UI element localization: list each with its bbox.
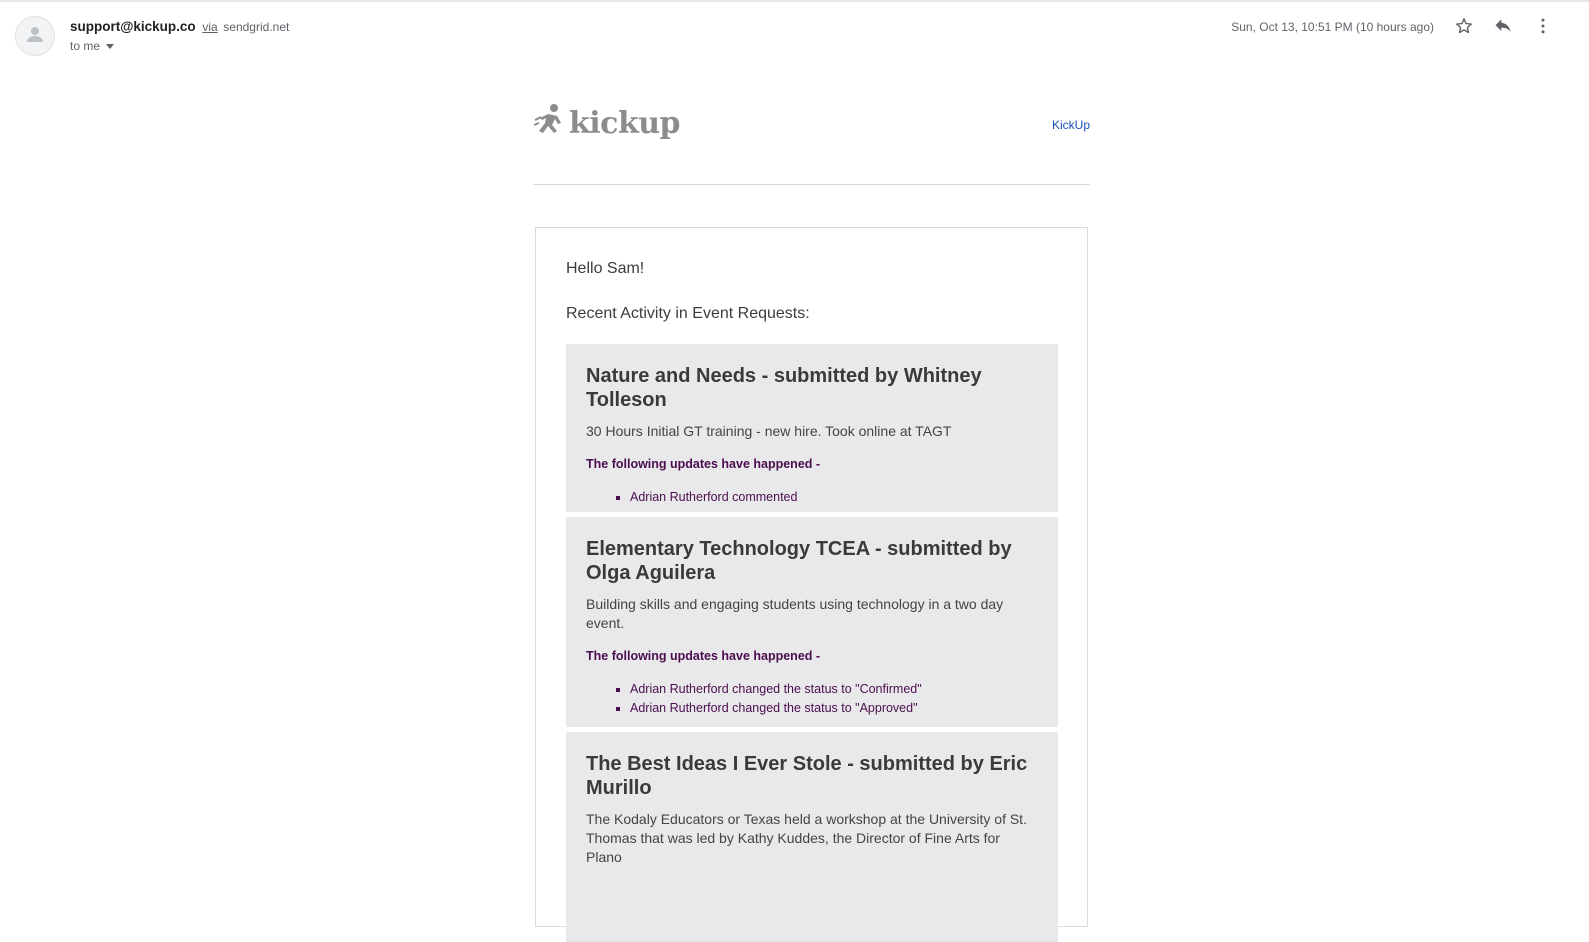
runner-icon (533, 102, 567, 145)
brand-header: kickup KickUp (533, 96, 1090, 185)
sender-avatar[interactable] (15, 16, 55, 56)
person-icon (25, 24, 45, 49)
update-item: Adrian Rutherford commented (630, 488, 1038, 507)
updates-label: The following updates have happened - (586, 457, 821, 471)
updates-list: Adrian Rutherford commented (586, 488, 1038, 507)
request-description: Building skills and engaging students us… (586, 596, 1004, 631)
request-description: 30 Hours Initial GT training - new hire.… (586, 423, 952, 439)
request-item: Elementary Technology TCEA - submitted b… (566, 517, 1058, 727)
updates-list: Adrian Rutherford changed the status to … (586, 680, 1038, 718)
kickup-link[interactable]: KickUp (1052, 118, 1090, 132)
chevron-down-icon[interactable] (106, 43, 115, 49)
sender-line: support@kickup.co via sendgrid.net (70, 18, 289, 36)
greeting: Hello Sam! (566, 260, 645, 277)
star-icon[interactable] (1452, 14, 1476, 38)
logo-wordmark: kickup (569, 106, 681, 141)
email-body: kickup KickUp (533, 96, 1090, 185)
section-title: Recent Activity in Event Requests: (566, 305, 810, 322)
activity-card: Hello Sam! Recent Activity in Event Requ… (535, 227, 1088, 942)
via-link[interactable]: via (202, 20, 217, 34)
kickup-logo[interactable]: kickup (533, 102, 681, 145)
update-item: Adrian Rutherford changed the status to … (630, 680, 1038, 699)
more-vert-icon[interactable] (1531, 14, 1555, 38)
recipient-label: to me (70, 39, 101, 53)
reply-icon[interactable] (1491, 14, 1515, 38)
message-timestamp: Sun, Oct 13, 10:51 PM (10 hours ago) (1231, 20, 1434, 34)
request-title: The Best Ideas I Ever Stole - submitted … (586, 753, 1028, 799)
top-divider (0, 0, 1589, 2)
via-domain: sendgrid.net (223, 20, 290, 34)
recipient-details[interactable]: to me (70, 38, 115, 54)
updates-label: The following updates have happened - (586, 649, 821, 663)
request-title: Elementary Technology TCEA - submitted b… (586, 538, 1012, 584)
sender-email[interactable]: support@kickup.co (70, 19, 196, 34)
request-item: The Best Ideas I Ever Stole - submitted … (566, 732, 1058, 942)
request-title: Nature and Needs - submitted by Whitney … (586, 365, 982, 411)
request-description: The Kodaly Educators or Texas held a wor… (586, 811, 1027, 865)
request-item: Nature and Needs - submitted by Whitney … (566, 344, 1058, 512)
update-item: Adrian Rutherford changed the status to … (630, 699, 1038, 718)
